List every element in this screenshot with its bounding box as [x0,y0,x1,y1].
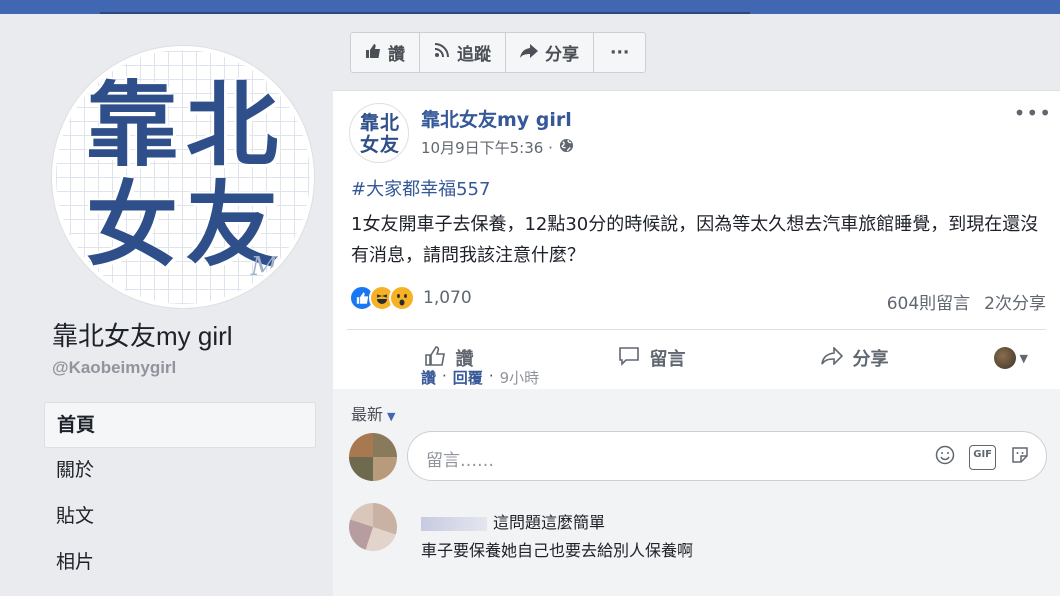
reaction-summary[interactable]: 1,070 [349,285,472,311]
post-timestamp[interactable]: 10月9日下午5:36 · [421,137,553,158]
emoji-icon[interactable] [935,445,955,470]
comment-placeholder: 留言…… [426,451,494,471]
logo-char: 北 [380,112,401,134]
comment-text: 這問題這麼簡單 [493,513,606,532]
left-column: 靠 北 女 友 My 靠北女友my girl @Kaobeimygirl 首頁 … [0,14,333,596]
commenter-name-blurred[interactable] [421,516,487,531]
post-options-icon[interactable]: ••• [1014,101,1052,125]
comment-actions: 讚 · 回覆 · 9小時 [421,367,539,388]
sort-label: 最新 [351,405,384,424]
comments-section: 最新 ▼ 留言…… GIF 這問題這麼簡單 車子要保養她自己也要去給別人保養啊 [333,389,1060,596]
post-hashtag[interactable]: #大家都幸福557 [351,175,490,201]
comment-button[interactable]: 留言 [550,345,753,371]
share-arrow-outline-icon [820,345,843,370]
share-page-button[interactable]: 分享 [506,33,594,72]
gif-icon[interactable]: GIF [969,445,996,470]
share-arrow-icon [520,43,538,63]
nav-item-about[interactable]: 關於 [44,448,316,494]
follow-page-label: 追蹤 [457,45,491,65]
comment-time[interactable]: 9小時 [500,367,540,388]
caret-down-icon: ▼ [387,410,396,423]
separator: · [442,367,447,385]
like-page-button[interactable]: 讚 [351,33,420,72]
reaction-identity-selector[interactable]: ▼ [993,347,1028,369]
commenter-avatar[interactable] [349,503,397,551]
comment-reply-link[interactable]: 回覆 [453,367,483,388]
page-handle[interactable]: @Kaobeimygirl [52,358,176,378]
comment-input-tools: GIF [935,445,1030,470]
rss-icon [434,42,450,63]
comment-line-2: 車子要保養她自己也要去給別人保養啊 [421,541,694,560]
wow-reaction-icon [389,285,415,311]
comment-bubble: 這問題這麼簡單 車子要保養她自己也要去給別人保養啊 [407,499,781,565]
page-name[interactable]: 靠北女友my girl [52,316,233,353]
comment-line-1: 這問題這麼簡單 [421,509,767,533]
page-nav: 首頁 關於 貼文 相片 [44,402,316,586]
share-button[interactable]: 分享 [753,345,956,371]
post-body-text: 1女友開車子去保養，12點30分的時候說，因為等太久想去汽車旅館睡覺，到現在還沒… [351,214,1039,266]
comment-input[interactable]: 留言…… GIF [407,431,1047,481]
sticker-icon[interactable] [1010,445,1030,470]
follow-page-button[interactable]: 追蹤 [420,33,506,72]
separator: · [488,367,494,385]
logo-char: 女 [359,134,380,156]
nav-item-photos[interactable]: 相片 [44,540,316,586]
more-icon: ··· [610,42,630,63]
thumbs-up-icon [365,43,381,63]
logo-char: 友 [380,134,401,156]
reaction-count: 1,070 [423,288,472,308]
more-options-button[interactable]: ··· [594,33,645,72]
like-page-label: 讚 [388,45,405,65]
comment-sort-dropdown[interactable]: 最新 ▼ [351,401,395,425]
engagement-counts: 604則留言 2次分享 [887,289,1046,314]
avatar-mini-logo: 靠北 女友 [357,112,403,156]
nav-item-home[interactable]: 首頁 [44,402,316,448]
caret-down-icon: ▼ [1019,351,1028,365]
divider [347,329,1046,330]
post-author-name[interactable]: 靠北女友my girl [421,105,572,132]
post-author-avatar[interactable]: 靠北 女友 [349,103,409,163]
post-card: 靠北 女友 靠北女友my girl 10月9日下午5:36 · ••• #大家都… [333,90,1060,596]
nav-item-posts[interactable]: 貼文 [44,494,316,540]
share-page-label: 分享 [545,45,579,65]
share-count[interactable]: 2次分享 [984,289,1046,314]
comment-like-link[interactable]: 讚 [421,367,436,388]
comment-bubble-icon [618,346,640,371]
comment-label: 留言 [649,349,686,370]
logo-char: 靠 [359,112,380,134]
page-action-bar: 讚 追蹤 分享 ··· [350,32,647,73]
avatar [993,347,1016,369]
share-label: 分享 [852,349,889,370]
current-user-avatar[interactable] [349,433,397,481]
globe-icon [559,138,574,157]
comment-count[interactable]: 604則留言 [887,289,970,314]
post-meta: 10月9日下午5:36 · [421,137,574,158]
